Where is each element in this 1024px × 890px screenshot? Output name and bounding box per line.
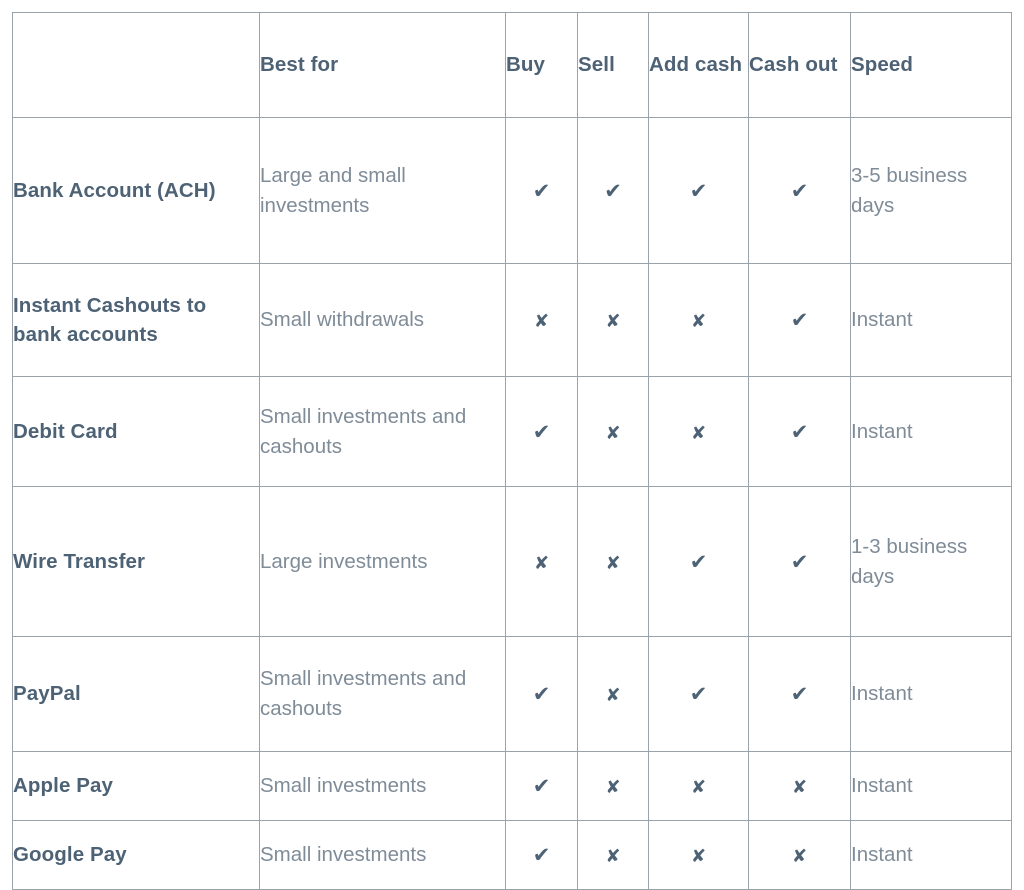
cell-add-cash: ✘	[648, 820, 749, 890]
check-icon: ✔	[532, 843, 551, 867]
cell-buy: ✔	[505, 376, 578, 487]
table-row: PayPal Small investments and cashouts ✔ …	[12, 636, 1012, 752]
column-header-speed: Speed	[850, 12, 1012, 118]
check-icon: ✔	[689, 682, 708, 706]
cell-best-for: Small investments	[259, 820, 506, 890]
column-header-buy: Buy	[505, 12, 578, 118]
cell-sell: ✘	[577, 263, 649, 377]
cell-buy: ✔	[505, 820, 578, 890]
column-header-add-cash: Add cash	[648, 12, 749, 118]
check-icon: ✔	[790, 419, 809, 444]
cell-add-cash: ✘	[648, 376, 749, 487]
cross-icon: ✘	[791, 846, 808, 867]
column-header-sell: Sell	[577, 12, 649, 118]
cell-cash-out: ✔	[748, 376, 851, 487]
cross-icon: ✘	[605, 311, 621, 332]
cell-sell: ✘	[577, 636, 649, 752]
check-icon: ✔	[790, 308, 809, 332]
cell-best-for: Small investments and cashouts	[259, 636, 506, 752]
row-label-instant-cashouts: Instant Cashouts to bank accounts	[12, 263, 260, 377]
cell-best-for: Small withdrawals	[259, 263, 506, 377]
check-icon: ✔	[532, 419, 551, 444]
cell-best-for: Small investments	[259, 751, 506, 821]
cell-cash-out: ✔	[748, 636, 851, 752]
check-icon: ✔	[790, 549, 809, 574]
cell-buy: ✔	[505, 117, 578, 264]
cell-add-cash: ✘	[648, 751, 749, 821]
check-icon: ✔	[532, 682, 551, 706]
table-row: Google Pay Small investments ✔ ✘ ✘ ✘ Ins…	[12, 820, 1012, 890]
cell-buy: ✘	[505, 486, 578, 637]
table-row: Instant Cashouts to bank accounts Small …	[12, 263, 1012, 377]
cell-speed: 3-5 business days	[850, 117, 1012, 264]
cell-speed: Instant	[850, 636, 1012, 752]
cell-add-cash: ✔	[648, 636, 749, 752]
table-row: Debit Card Small investments and cashout…	[12, 376, 1012, 487]
row-label-google-pay: Google Pay	[12, 820, 260, 890]
cross-icon: ✘	[605, 685, 621, 706]
cell-add-cash: ✔	[648, 117, 749, 264]
cell-sell: ✘	[577, 376, 649, 487]
cell-sell: ✔	[577, 117, 649, 264]
cell-buy: ✘	[505, 263, 578, 377]
check-icon: ✔	[689, 178, 708, 203]
cell-buy: ✔	[505, 636, 578, 752]
cell-cash-out: ✘	[748, 820, 851, 890]
cell-add-cash: ✔	[648, 486, 749, 637]
cell-best-for: Large investments	[259, 486, 506, 637]
cell-sell: ✘	[577, 751, 649, 821]
cell-cash-out: ✔	[748, 263, 851, 377]
cross-icon: ✘	[791, 777, 808, 798]
column-header-method	[12, 12, 260, 118]
cell-sell: ✘	[577, 820, 649, 890]
table-row: Bank Account (ACH) Large and small inves…	[12, 117, 1012, 264]
row-label-paypal[interactable]: PayPal	[12, 636, 260, 752]
table-header-row: Best for Buy Sell Add cash Cash out Spee…	[12, 12, 1012, 118]
column-header-best-for: Best for	[259, 12, 506, 118]
check-icon: ✔	[532, 178, 551, 203]
table-row: Apple Pay Small investments ✔ ✘ ✘ ✘ Inst…	[12, 751, 1012, 821]
check-icon: ✔	[790, 178, 809, 203]
cell-cash-out: ✘	[748, 751, 851, 821]
cross-icon: ✘	[690, 422, 707, 444]
table-row: Wire Transfer Large investments ✘ ✘ ✔ ✔ …	[12, 486, 1012, 637]
cell-sell: ✘	[577, 486, 649, 637]
cross-icon: ✘	[690, 846, 707, 867]
cell-speed: Instant	[850, 820, 1012, 890]
payment-methods-comparison-table: Best for Buy Sell Add cash Cash out Spee…	[12, 12, 1012, 890]
cell-speed: Instant	[850, 751, 1012, 821]
cell-speed: 1-3 business days	[850, 486, 1012, 637]
cross-icon: ✘	[605, 777, 621, 798]
row-label-wire-transfer: Wire Transfer	[12, 486, 260, 637]
row-label-apple-pay: Apple Pay	[12, 751, 260, 821]
cross-icon: ✘	[605, 422, 621, 444]
cross-icon: ✘	[533, 311, 550, 332]
cross-icon: ✘	[690, 311, 707, 332]
cross-icon: ✘	[605, 846, 621, 867]
row-label-debit-card: Debit Card	[12, 376, 260, 487]
cell-buy: ✔	[505, 751, 578, 821]
cell-best-for: Large and small investments	[259, 117, 506, 264]
check-icon: ✔	[790, 682, 809, 706]
cross-icon: ✘	[533, 552, 550, 574]
cell-speed: Instant	[850, 263, 1012, 377]
column-header-cash-out: Cash out	[748, 12, 851, 118]
row-label-bank-account-ach: Bank Account (ACH)	[12, 117, 260, 264]
check-icon: ✔	[689, 549, 708, 574]
check-icon: ✔	[604, 178, 622, 203]
page-root: Best for Buy Sell Add cash Cash out Spee…	[0, 0, 1024, 890]
cell-cash-out: ✔	[748, 486, 851, 637]
cell-cash-out: ✔	[748, 117, 851, 264]
table-body: Bank Account (ACH) Large and small inves…	[12, 117, 1012, 890]
cross-icon: ✘	[690, 777, 707, 798]
check-icon: ✔	[532, 774, 551, 798]
cell-best-for: Small investments and cashouts	[259, 376, 506, 487]
cell-add-cash: ✘	[648, 263, 749, 377]
table-header: Best for Buy Sell Add cash Cash out Spee…	[12, 12, 1012, 118]
cell-speed: Instant	[850, 376, 1012, 487]
cross-icon: ✘	[605, 552, 621, 574]
